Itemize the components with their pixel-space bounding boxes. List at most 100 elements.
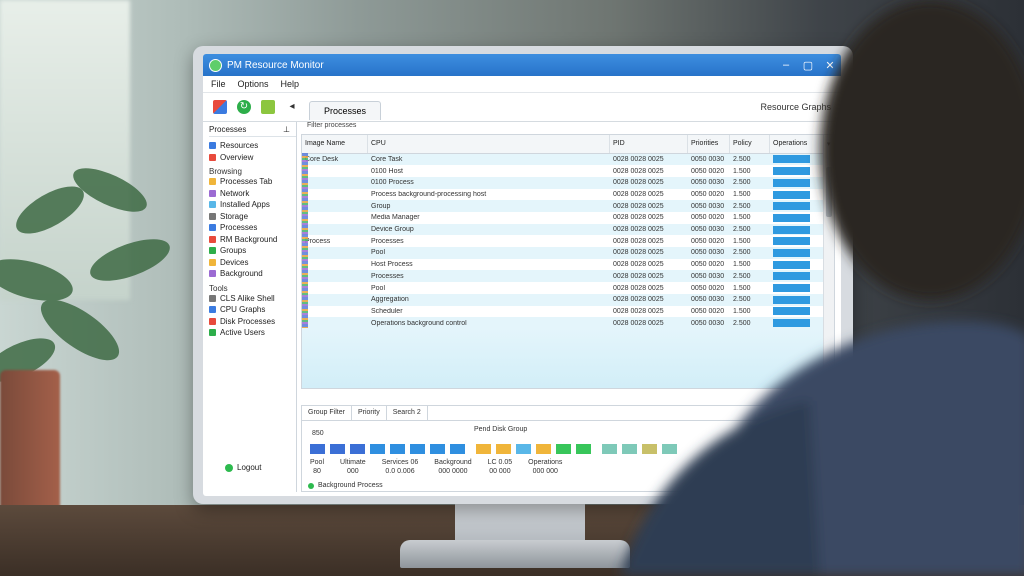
sidebar-item-icon: [209, 247, 216, 255]
sidebar-item-icon: [209, 201, 216, 209]
sidebar-item-label: Resources: [220, 141, 259, 151]
sidebar-header: Processes ⊥: [209, 125, 296, 137]
col-image-name[interactable]: Image Name: [302, 134, 368, 153]
sidebar-item[interactable]: CPU Graphs: [209, 304, 296, 316]
legend-label-line: 0.0 0.006: [385, 467, 415, 475]
legend-swatch[interactable]: [536, 443, 551, 454]
legend-label-line: 80: [313, 467, 321, 475]
leaf-icon[interactable]: [261, 100, 275, 114]
legend-label-line: LC 0.05: [487, 458, 513, 466]
legend-label: Background 000 0000: [434, 458, 471, 476]
sidebar-item-label: Overview: [220, 152, 254, 162]
legend-swatch[interactable]: [430, 443, 445, 454]
sidebar: Processes ⊥ Resources Overview Browsing Pro…: [203, 122, 297, 492]
sidebar-item-label: Active Users: [220, 328, 265, 338]
legend-swatch[interactable]: [370, 443, 385, 454]
legend-label-line: Pool: [310, 458, 325, 466]
sidebar-groups: Resources Overview Browsing Processes Tab Ne…: [209, 140, 296, 339]
legend-label: Operations 000 000: [528, 458, 562, 476]
logout-button[interactable]: Logout: [225, 463, 261, 472]
legend-label-line: Operations: [528, 458, 563, 466]
sidebar-item[interactable]: Processes: [209, 222, 296, 234]
sidebar-group-label: Tools: [209, 283, 228, 293]
sidebar-item-icon: [209, 142, 216, 150]
sidebar-item-icon: [209, 153, 216, 161]
tab-priority[interactable]: Priority: [352, 405, 387, 420]
sidebar-item-label: Devices: [220, 257, 249, 267]
sidebar-item-label: Network: [220, 188, 250, 198]
sidebar-item-label: Processes Tab: [220, 177, 273, 187]
legend-label-line: 000 000: [532, 467, 558, 475]
sidebar-item[interactable]: Active Users: [209, 327, 296, 339]
legend-title: Pend Disk Group: [474, 425, 528, 433]
sidebar-item-label: RM Background: [220, 234, 278, 244]
legend-label: LC 0.05 00 000: [488, 458, 513, 476]
sidebar-item-label: CPU Graphs: [220, 305, 266, 315]
sidebar-item[interactable]: Installed Apps: [209, 199, 296, 211]
sidebar-item[interactable]: Groups: [209, 245, 296, 257]
legend-label-line: 000: [347, 467, 359, 475]
person-silhouette: [620, 0, 1024, 576]
sidebar-item-label: CLS Alike Shell: [220, 293, 275, 303]
sidebar-item-label: Installed Apps: [220, 200, 270, 210]
tab-processes[interactable]: Processes: [309, 100, 382, 120]
sidebar-item-label: Processes: [220, 223, 258, 233]
menu-options[interactable]: Options: [238, 79, 269, 89]
sidebar-item[interactable]: Storage: [209, 211, 296, 223]
sidebar-item[interactable]: Disk Processes: [209, 316, 296, 328]
tab-search-2[interactable]: Search 2: [387, 405, 428, 420]
legend-swatch[interactable]: [496, 443, 511, 454]
legend-swatch[interactable]: [350, 443, 365, 454]
windows-icon[interactable]: [213, 100, 227, 114]
legend-swatch[interactable]: [450, 443, 465, 454]
sidebar-item-icon: [209, 224, 216, 232]
value-label: 850: [312, 429, 324, 437]
sidebar-item-label: Disk Processes: [220, 316, 276, 326]
sidebar-item-icon: [209, 189, 216, 197]
refresh-icon[interactable]: ↻: [237, 100, 251, 114]
sidebar-item-icon: [209, 235, 216, 243]
sidebar-item-label: Groups: [220, 246, 247, 256]
status-bar: Background Process: [308, 482, 383, 489]
legend-label: Ultimate 000: [340, 458, 366, 476]
sidebar-item-icon: [209, 178, 216, 186]
sidebar-group-label: Browsing: [209, 167, 242, 176]
legend-label-line: Services 06: [381, 458, 419, 466]
sidebar-item-icon: [209, 270, 216, 278]
sidebar-item[interactable]: Overview: [209, 152, 296, 164]
sidebar-item-icon: [209, 306, 216, 314]
sidebar-item[interactable]: Devices: [209, 257, 296, 269]
sidebar-title: Processes: [209, 125, 247, 134]
menu-file[interactable]: File: [211, 79, 226, 89]
sidebar-item[interactable]: CLS Alike Shell: [209, 293, 296, 305]
tab-group-filter[interactable]: Group Filter: [302, 405, 352, 420]
legend-label-line: 00 000: [489, 467, 511, 475]
sidebar-item[interactable]: Background: [209, 268, 296, 280]
table-cell-name: Process: [305, 237, 331, 245]
legend-swatch[interactable]: [310, 443, 325, 454]
legend-swatch[interactable]: [410, 443, 425, 454]
sidebar-item-icon: [209, 317, 216, 325]
sidebar-item-label: Storage: [220, 211, 249, 221]
pin-icon[interactable]: ⊥: [283, 125, 290, 134]
status-dot-icon: [308, 482, 314, 489]
sidebar-item[interactable]: Processes Tab: [209, 176, 296, 188]
legend-label: Services 06 0.0 0.006: [382, 458, 419, 476]
menu-help[interactable]: Help: [281, 79, 300, 89]
plant-pot: [0, 370, 60, 520]
legend-swatch[interactable]: [330, 443, 345, 454]
legend-label-line: 000 0000: [438, 467, 468, 475]
legend-label-line: Background: [434, 458, 472, 466]
logout-icon: [225, 463, 233, 472]
app-icon: [209, 58, 222, 72]
legend-swatch[interactable]: [390, 443, 405, 454]
sidebar-item-icon: [209, 329, 216, 337]
legend-swatch[interactable]: [476, 443, 491, 454]
sidebar-item[interactable]: RM Background: [209, 234, 296, 246]
legend-swatch[interactable]: [516, 443, 531, 454]
sidebar-item-icon: [209, 294, 216, 302]
sidebar-item[interactable]: Network: [209, 188, 296, 200]
sidebar-item[interactable]: Resources: [209, 140, 296, 152]
back-arrow-icon[interactable]: ◂: [285, 100, 299, 114]
logout-label: Logout: [237, 463, 262, 472]
